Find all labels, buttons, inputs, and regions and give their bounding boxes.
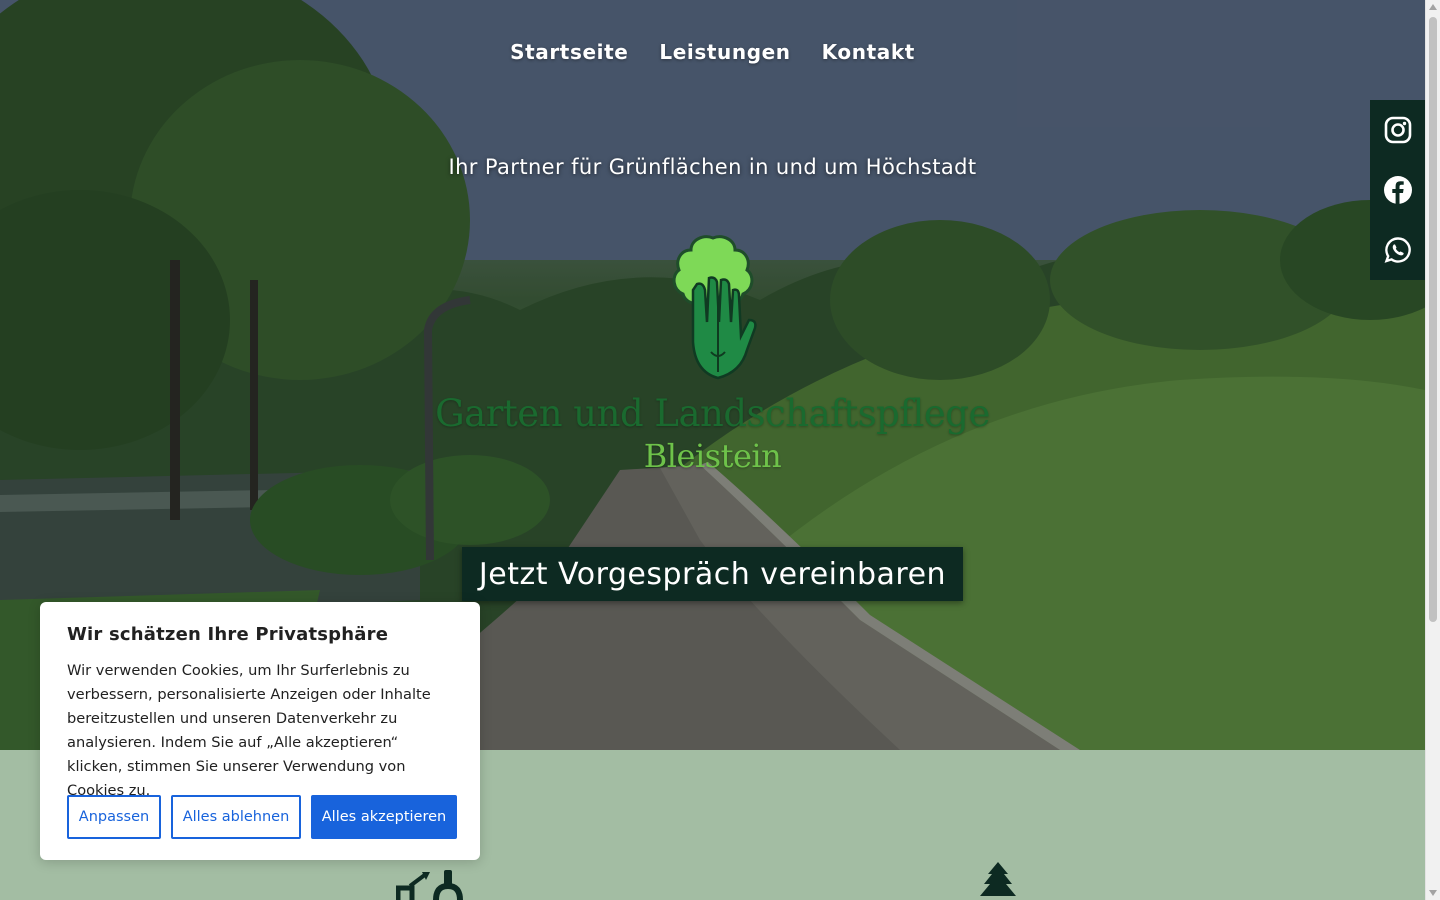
social-media-bar bbox=[1370, 100, 1425, 280]
cookie-customize-button[interactable]: Anpassen bbox=[67, 795, 161, 839]
instagram-link[interactable] bbox=[1370, 100, 1425, 160]
cookie-buttons: Anpassen Alles ablehnen Alles akzeptiere… bbox=[67, 795, 457, 839]
whatsapp-icon bbox=[1384, 237, 1411, 263]
scroll-up-arrow-icon[interactable] bbox=[1429, 4, 1437, 10]
nav-item-startseite[interactable]: Startseite bbox=[510, 40, 628, 64]
cookie-description: Wir verwenden Cookies, um Ihr Surferlebn… bbox=[67, 662, 431, 799]
cookie-reject-button[interactable]: Alles ablehnen bbox=[171, 795, 301, 839]
nav-item-leistungen[interactable]: Leistungen bbox=[659, 40, 790, 64]
scroll-down-arrow-icon[interactable] bbox=[1429, 890, 1437, 896]
lawnmower-icon bbox=[396, 870, 463, 900]
cookie-title: Wir schätzen Ihre Privatsphäre bbox=[67, 624, 389, 645]
facebook-icon bbox=[1383, 176, 1412, 204]
tree-icon bbox=[980, 862, 1016, 896]
tree-hand-logo-icon bbox=[672, 235, 757, 380]
cookie-accept-button[interactable]: Alles akzeptieren bbox=[311, 795, 457, 839]
cookie-consent-dialog: Wir schätzen Ihre Privatsphäre Wir verwe… bbox=[40, 602, 480, 860]
company-logo: Garten und Landschaftspflege Bleistein bbox=[0, 232, 1425, 475]
scrollbar-thumb[interactable] bbox=[1429, 17, 1437, 622]
facebook-link[interactable] bbox=[1370, 160, 1425, 220]
appointment-cta-button[interactable]: Jetzt Vorgespräch vereinbaren bbox=[462, 547, 963, 601]
instagram-icon bbox=[1384, 116, 1411, 144]
hero-tagline: Ihr Partner für Grünflächen in und um Hö… bbox=[448, 155, 977, 179]
whatsapp-link[interactable] bbox=[1370, 220, 1425, 280]
nav-item-kontakt[interactable]: Kontakt bbox=[822, 40, 915, 64]
page-scrollbar[interactable] bbox=[1425, 0, 1440, 900]
main-navigation: Startseite Leistungen Kontakt bbox=[0, 40, 1425, 64]
logo-title: Garten und Landschaftspflege bbox=[435, 392, 990, 435]
logo-subtitle: Bleistein bbox=[643, 437, 782, 475]
